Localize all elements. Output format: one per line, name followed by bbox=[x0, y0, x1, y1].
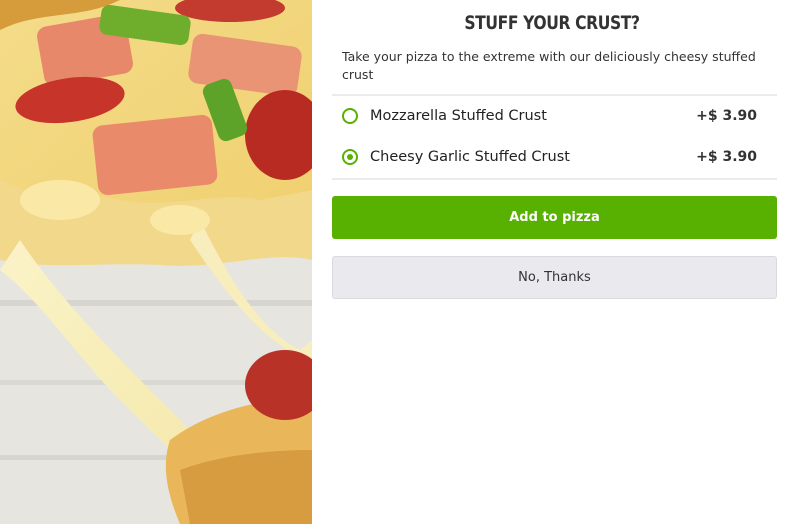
option-mozzarella-stuffed-crust[interactable]: Mozzarella Stuffed Crust +$ 3.90 bbox=[332, 96, 777, 136]
stuffed-crust-dialog: STUFF YOUR CRUST? Take your pizza to the… bbox=[0, 0, 792, 524]
no-thanks-button[interactable]: No, Thanks bbox=[332, 256, 777, 299]
divider-bottom bbox=[332, 178, 777, 180]
dialog-description: Take your pizza to the extreme with our … bbox=[342, 49, 756, 82]
option-price: +$ 3.90 bbox=[696, 108, 757, 124]
option-label: Mozzarella Stuffed Crust bbox=[370, 108, 547, 124]
pizza-photo-illustration bbox=[0, 0, 312, 524]
option-label: Cheesy Garlic Stuffed Crust bbox=[370, 149, 570, 165]
add-to-pizza-button[interactable]: Add to pizza bbox=[332, 196, 777, 239]
pizza-image bbox=[0, 0, 312, 524]
option-price: +$ 3.90 bbox=[696, 149, 757, 165]
radio-cheesy-garlic[interactable] bbox=[342, 149, 358, 165]
dialog-content: STUFF YOUR CRUST? Take your pizza to the… bbox=[312, 0, 792, 524]
radio-mozzarella[interactable] bbox=[342, 108, 358, 124]
dialog-title: STUFF YOUR CRUST? bbox=[464, 12, 640, 34]
option-cheesy-garlic-stuffed-crust[interactable]: Cheesy Garlic Stuffed Crust +$ 3.90 bbox=[332, 137, 777, 177]
